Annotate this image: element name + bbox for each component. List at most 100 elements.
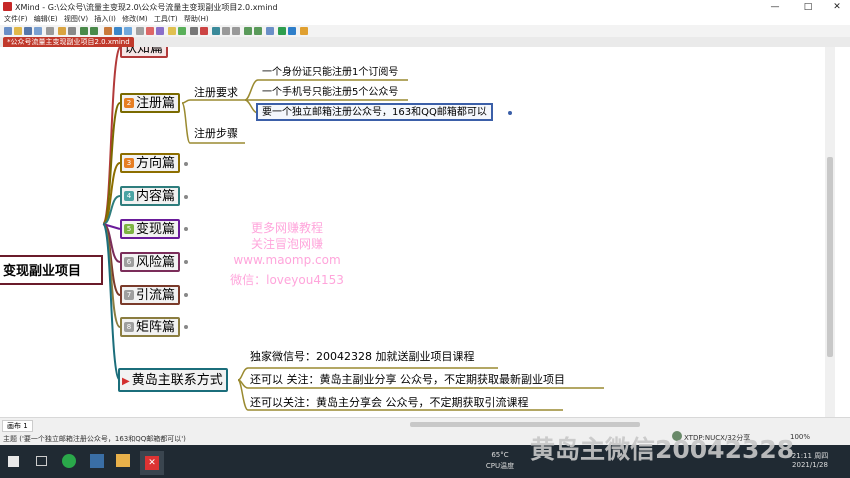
drill-up-icon[interactable] — [254, 27, 262, 35]
temperature: 65°C — [491, 451, 509, 459]
xmind-app-icon — [3, 2, 12, 11]
close-button[interactable]: ✕ — [822, 0, 850, 14]
menu-help[interactable]: 帮助(H) — [184, 14, 209, 25]
cut-icon[interactable] — [58, 27, 66, 35]
vertical-scrollbar[interactable] — [825, 47, 835, 417]
topic-icon[interactable] — [104, 27, 112, 35]
requirement-phone[interactable]: 一个手机号只能注册5个公众号 — [262, 86, 398, 100]
arrow-right-icon[interactable] — [278, 27, 286, 35]
minimize-button[interactable]: — — [760, 0, 790, 14]
menu-modify[interactable]: 修改(M) — [122, 14, 148, 25]
undo-icon[interactable] — [80, 27, 88, 35]
file-explorer-icon[interactable] — [116, 454, 130, 467]
section-content-label: 内容篇 — [136, 189, 176, 204]
floating-topic-icon[interactable] — [124, 27, 132, 35]
sheet-tab[interactable]: 画布 1 — [2, 420, 33, 432]
copy-icon[interactable] — [68, 27, 76, 35]
boundary-icon[interactable] — [146, 27, 154, 35]
window-title: XMind - G:\公众号\流量主变现2.0\公众号流量主变现副业项目2.0.… — [15, 3, 278, 12]
contact-account-2[interactable]: 还可以关注：黄岛主分享会 公众号，不定期获取引流课程 — [250, 396, 529, 410]
requirement-id-card[interactable]: 一个身份证只能注册1个订阅号 — [262, 66, 398, 80]
number-8-icon: 8 — [124, 322, 134, 332]
number-7-icon: 7 — [124, 290, 134, 300]
app-icon[interactable] — [90, 454, 104, 468]
redo-icon[interactable] — [90, 27, 98, 35]
print-icon[interactable] — [46, 27, 54, 35]
vertical-scroll-thumb[interactable] — [827, 157, 833, 357]
xmind-icon: ✕ — [145, 456, 159, 470]
document-tab-bar: *公众号流量主变现副业项目2.0.xmind — [0, 37, 850, 47]
open-icon[interactable] — [14, 27, 22, 35]
section-contact-label: 黄岛主联系方式 — [131, 373, 223, 388]
horizontal-scroll-thumb[interactable] — [410, 422, 640, 427]
watermark-line-4: 微信：loveyou4153 — [230, 273, 344, 287]
section-matrix-label: 矩阵篇 — [136, 320, 176, 335]
save-icon[interactable] — [24, 27, 32, 35]
section-register[interactable]: 2 注册篇 — [120, 93, 181, 113]
attachment-icon[interactable] — [200, 27, 208, 35]
subtopic-register-steps[interactable]: 注册步骤 — [194, 127, 238, 141]
menu-insert[interactable]: 插入(I) — [94, 14, 116, 25]
collapse-marker[interactable] — [184, 195, 188, 199]
collapse-marker[interactable] — [184, 162, 188, 166]
document-tab[interactable]: *公众号流量主变现副业项目2.0.xmind — [3, 37, 134, 47]
new-icon[interactable] — [4, 27, 12, 35]
drill-down-icon[interactable] — [244, 27, 252, 35]
section-monetize[interactable]: 5 变现篇 — [120, 219, 181, 239]
section-traffic-label: 引流篇 — [136, 288, 176, 303]
arrow-left-icon[interactable] — [288, 27, 296, 35]
section-traffic[interactable]: 7 引流篇 — [120, 285, 181, 305]
menu-view[interactable]: 视图(V) — [64, 14, 88, 25]
zoom-in-icon[interactable] — [222, 27, 230, 35]
zoom-out-icon[interactable] — [232, 27, 240, 35]
notes-icon[interactable] — [212, 27, 220, 35]
number-5-icon: 5 — [124, 224, 134, 234]
share-icon[interactable] — [266, 27, 274, 35]
section-monetize-label: 变现篇 — [136, 222, 176, 237]
section-contact[interactable]: ▶ 黄岛主联系方式 — [118, 368, 228, 392]
menu-file[interactable]: 文件(F) — [4, 14, 28, 25]
section-risk-label: 风险篇 — [136, 255, 176, 270]
overlay-watermark: 黄岛主微信20042328 — [530, 435, 795, 464]
section-matrix[interactable]: 8 矩阵篇 — [120, 317, 181, 337]
watermark-line-3: www.maomp.com — [233, 253, 341, 267]
summary-icon[interactable] — [156, 27, 164, 35]
title-bar: XMind - G:\公众号\流量主变现2.0\公众号流量主变现副业项目2.0.… — [0, 0, 850, 14]
contact-wechat[interactable]: 独家微信号：20042328 加就送副业项目课程 — [250, 350, 474, 364]
menu-tools[interactable]: 工具(T) — [154, 14, 178, 25]
marker-icon[interactable] — [168, 27, 176, 35]
requirement-email-selected[interactable]: 要一个独立邮箱注册公众号，163和QQ邮箱都可以 — [256, 103, 493, 121]
save-as-icon[interactable] — [34, 27, 42, 35]
section-direction[interactable]: 3 方向篇 — [120, 153, 181, 173]
collapse-marker[interactable] — [184, 260, 188, 264]
section-content[interactable]: 4 内容篇 — [120, 186, 181, 206]
image-icon[interactable] — [178, 27, 186, 35]
maximize-button[interactable]: □ — [793, 0, 823, 14]
menu-edit[interactable]: 编辑(E) — [34, 14, 58, 25]
task-view-icon[interactable] — [36, 456, 47, 466]
subtopic-icon[interactable] — [114, 27, 122, 35]
contact-account-1[interactable]: 还可以 关注：黄岛主副业分享 公众号，不定期获取最新副业项目 — [250, 373, 565, 387]
subtopic-register-requirements[interactable]: 注册要求 — [194, 86, 238, 100]
green-app-icon[interactable] — [62, 454, 76, 468]
windows-start-icon[interactable] — [8, 456, 19, 467]
watermark-line-1: 更多网赚教程 — [250, 221, 323, 235]
menu-bar: 文件(F) 编辑(E) 视图(V) 插入(I) 修改(M) 工具(T) 帮助(H… — [0, 14, 850, 25]
status-text: 主题 ('要一个独立邮箱注册公众号，163和QQ邮箱都可以') — [3, 435, 186, 443]
section-cognition-partial[interactable]: 认知篇 — [120, 47, 169, 58]
number-3-icon: 3 — [124, 158, 134, 168]
xmind-taskbar-button[interactable]: ✕ — [140, 451, 164, 475]
flag-icon: ▶ — [122, 376, 130, 387]
section-direction-label: 方向篇 — [136, 156, 176, 171]
home-icon[interactable] — [300, 27, 308, 35]
relationship-icon[interactable] — [136, 27, 144, 35]
section-cognition-label: 认知篇 — [124, 47, 164, 56]
root-topic[interactable]: 变现副业项目 — [0, 255, 103, 285]
collapse-marker[interactable] — [508, 111, 512, 115]
link-icon[interactable] — [190, 27, 198, 35]
collapse-marker[interactable] — [184, 293, 188, 297]
section-risk[interactable]: 6 风险篇 — [120, 252, 181, 272]
collapse-marker[interactable] — [184, 325, 188, 329]
collapse-marker[interactable] — [184, 227, 188, 231]
mindmap-canvas[interactable]: 变现副业项目 认知篇 2 注册篇 3 方向篇 4 内容篇 5 变现篇 6 风险篇 7 引流篇… — [0, 47, 825, 417]
